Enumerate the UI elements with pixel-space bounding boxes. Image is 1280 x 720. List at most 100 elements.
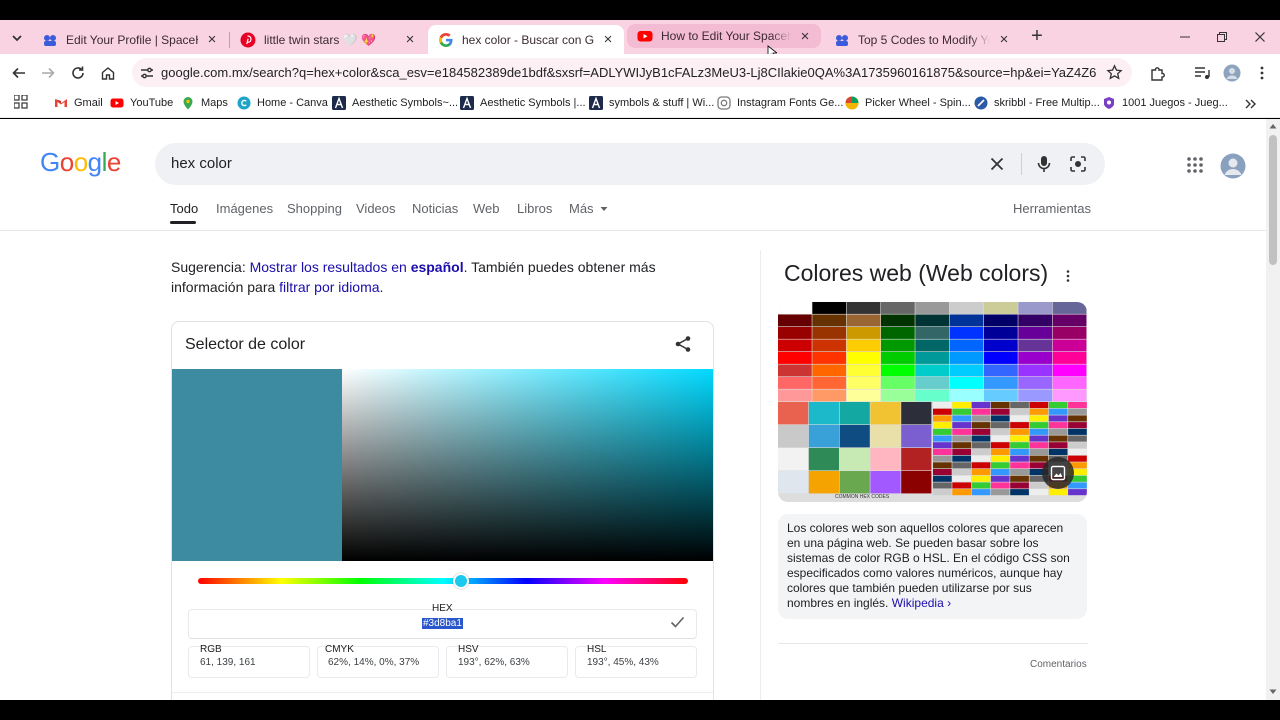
tab-search-button[interactable] xyxy=(8,29,26,47)
tab-todo[interactable]: Todo xyxy=(170,201,198,216)
tab-web[interactable]: Web xyxy=(473,201,500,216)
youtube-icon xyxy=(110,98,124,108)
scroll-down-arrow-icon[interactable] xyxy=(1269,689,1277,695)
google-icon xyxy=(439,32,453,47)
knowledge-divider xyxy=(778,643,1088,644)
apps-button[interactable] xyxy=(14,95,28,109)
show-spanish-results-link[interactable]: Mostrar los resultados en español xyxy=(250,259,464,275)
forward-button[interactable] xyxy=(37,62,59,84)
knowledge-description: Los colores web son aquellos colores que… xyxy=(778,514,1087,619)
bookmark-gmail[interactable]: Gmail xyxy=(54,96,103,110)
address-bar[interactable]: google.com.mx/search?q=hex+color&sca_esv… xyxy=(132,58,1132,87)
bookmark-1001-juegos[interactable]: 1001 Juegos - Jueg... xyxy=(1102,96,1228,110)
close-tab-icon[interactable]: × xyxy=(402,31,418,48)
suggestion-suffix: . xyxy=(379,279,384,295)
view-images-button[interactable] xyxy=(1042,457,1074,489)
language-suggestion: Sugerencia: Mostrar los resultados en es… xyxy=(171,257,731,297)
browser-menu-button[interactable] xyxy=(1251,62,1273,84)
bookmark-instagram-fonts[interactable]: Instagram Fonts Ge... xyxy=(717,96,843,110)
link-bold-text: español xyxy=(410,259,464,275)
search-box[interactable]: hex color xyxy=(155,143,1105,185)
voice-search-button[interactable] xyxy=(1033,153,1055,175)
knowledge-panel-title: Colores web (Web colors) xyxy=(784,260,1048,287)
tab-libros[interactable]: Libros xyxy=(517,201,552,216)
profile-button[interactable] xyxy=(1221,62,1243,84)
bookmark-aesthetic-symbols-2[interactable]: Aesthetic Symbols |... xyxy=(460,96,586,110)
browser-toolbar: google.com.mx/search?q=hex+color&sca_esv… xyxy=(0,54,1280,90)
bookmark-label: Gmail xyxy=(74,97,103,109)
tab-mas[interactable]: Más xyxy=(569,201,608,216)
saturation-value-area[interactable] xyxy=(342,369,713,561)
new-tab-button[interactable]: + xyxy=(1028,26,1046,46)
tab-google-search[interactable]: hex color - Buscar con Google × xyxy=(428,25,624,54)
search-input[interactable]: hex color xyxy=(171,155,232,172)
scrollbar-thumb[interactable] xyxy=(1269,135,1277,265)
confirm-hex-button[interactable] xyxy=(670,616,685,629)
tab-pinterest[interactable]: little twin stars 🤍 💖 × xyxy=(230,25,426,54)
bookmark-maps[interactable]: Maps xyxy=(181,96,228,110)
tab-spacehey-profile[interactable]: Edit Your Profile | SpaceHey × xyxy=(32,25,228,54)
scroll-up-arrow-icon[interactable] xyxy=(1269,123,1277,129)
web-colors-image[interactable]: COMMON HEX CODES xyxy=(778,302,1087,502)
kebab-menu-icon xyxy=(1066,270,1070,282)
minimize-button[interactable] xyxy=(1176,28,1194,46)
close-tab-icon[interactable]: × xyxy=(204,31,220,48)
bookmark-canva[interactable]: Home - Canva xyxy=(237,96,328,110)
more-bookmarks-button[interactable] xyxy=(1243,97,1257,111)
wheel-icon xyxy=(845,96,859,110)
a-icon xyxy=(332,96,346,110)
image-search-button[interactable] xyxy=(1067,153,1089,175)
tools-button[interactable]: Herramientas xyxy=(1013,201,1091,216)
bookmark-label: Instagram Fonts Ge... xyxy=(737,97,844,109)
close-icon xyxy=(990,157,1004,171)
close-tab-icon[interactable]: × xyxy=(797,28,813,45)
tab-youtube-video[interactable]: How to Edit Your Spacehey Layout × xyxy=(627,24,821,48)
knowledge-more-button[interactable] xyxy=(1065,269,1071,283)
tab-noticias[interactable]: Noticias xyxy=(412,201,458,216)
restore-button[interactable] xyxy=(1213,28,1231,46)
account-avatar[interactable] xyxy=(1220,153,1246,179)
tab-imagenes[interactable]: Imágenes xyxy=(216,201,273,216)
hue-slider-track[interactable] xyxy=(198,578,688,584)
hsv-value[interactable]: 193°, 62%, 63% xyxy=(458,657,530,668)
close-window-button[interactable] xyxy=(1251,28,1269,46)
suggestion-prefix: Sugerencia: xyxy=(171,259,250,275)
cmyk-value[interactable]: 62%, 14%, 0%, 37% xyxy=(328,657,419,668)
tab-videos[interactable]: Videos xyxy=(356,201,396,216)
bookmark-aesthetic-symbols-1[interactable]: Aesthetic Symbols~... xyxy=(332,96,458,110)
minimize-icon xyxy=(1180,36,1190,38)
home-button[interactable] xyxy=(97,62,119,84)
picker-title: Selector de color xyxy=(185,336,306,353)
wikipedia-link[interactable]: Wikipedia › xyxy=(892,596,951,610)
tab-spacehey-codes[interactable]: Top 5 Codes to Modify Your SpaceHey × xyxy=(824,25,1020,54)
tab-shopping[interactable]: Shopping xyxy=(287,201,342,216)
bookmark-star-icon[interactable] xyxy=(1106,64,1123,81)
extensions-button[interactable] xyxy=(1147,62,1169,84)
hex-input[interactable]: #3d8ba1 xyxy=(422,618,463,629)
hsl-value[interactable]: 193°, 45%, 43% xyxy=(587,657,659,668)
url-text: google.com.mx/search?q=hex+color&sca_esv… xyxy=(161,65,1096,80)
google-apps-button[interactable] xyxy=(1187,157,1203,173)
back-button[interactable] xyxy=(8,62,30,84)
clear-search-button[interactable] xyxy=(986,153,1008,175)
close-tab-icon[interactable]: × xyxy=(600,31,616,48)
home-icon xyxy=(101,67,115,80)
reload-button[interactable] xyxy=(67,62,89,84)
bookmark-youtube[interactable]: YouTube xyxy=(110,96,173,110)
feedback-link[interactable]: Comentarios xyxy=(1030,659,1087,670)
bookmark-symbols-stuff[interactable]: symbols & stuff | Wi... xyxy=(589,96,714,110)
page-scrollbar[interactable] xyxy=(1266,119,1280,700)
rgb-value[interactable]: 61, 139, 161 xyxy=(200,657,256,668)
filter-by-language-link[interactable]: filtrar por idioma xyxy=(279,279,379,295)
share-button[interactable] xyxy=(674,335,692,353)
bookmark-skribbl[interactable]: skribbl - Free Multip... xyxy=(974,96,1100,110)
close-tab-icon[interactable]: × xyxy=(996,31,1012,48)
bookmark-picker-wheel[interactable]: Picker Wheel - Spin... xyxy=(845,96,971,110)
media-controls-button[interactable] xyxy=(1191,62,1213,84)
google-logo[interactable]: Google xyxy=(40,147,121,178)
site-info-icon[interactable] xyxy=(139,65,155,81)
hue-slider-handle[interactable] xyxy=(453,573,470,589)
games-icon xyxy=(1104,97,1114,109)
youtube-icon xyxy=(637,31,653,42)
hsl-label: HSL xyxy=(587,644,607,655)
